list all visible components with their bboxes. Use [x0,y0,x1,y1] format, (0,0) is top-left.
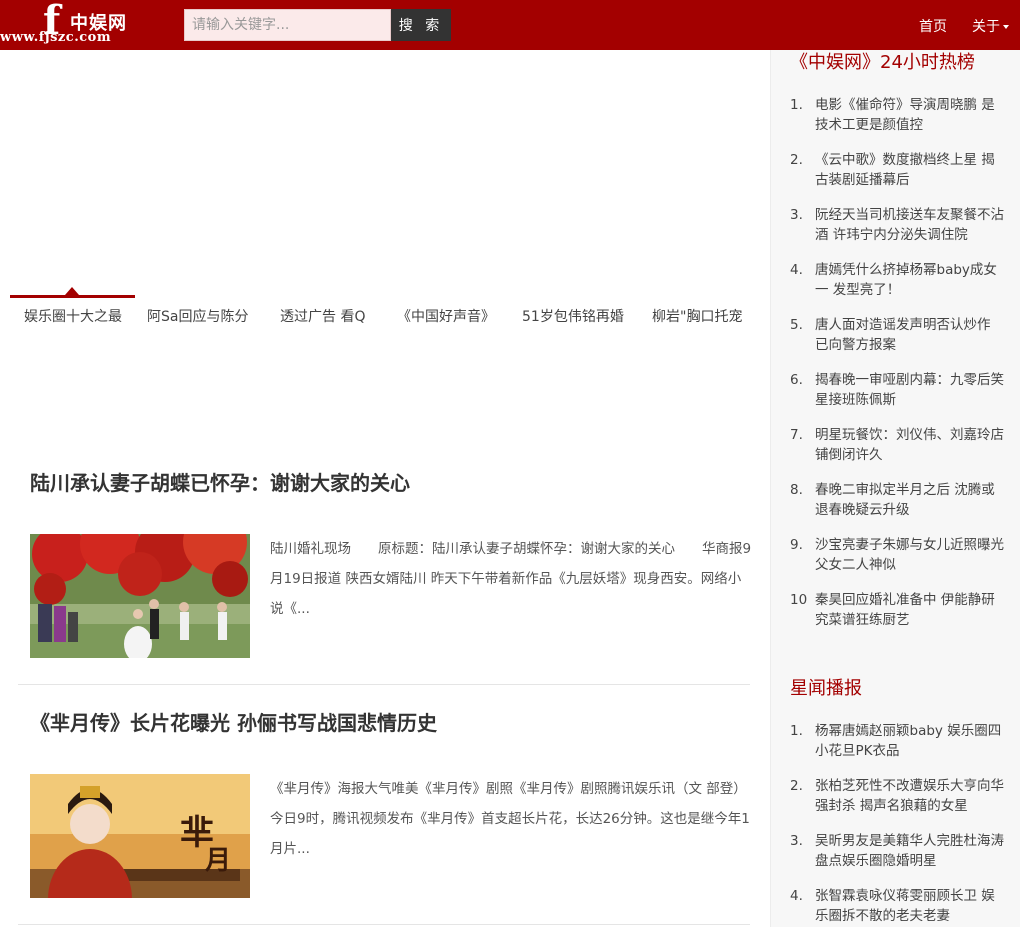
news-list-item[interactable]: 3. 吴昕男友是美籍华人完胜杜海涛 盘点娱乐圈隐婚明星 [790,831,1005,871]
news-list-item[interactable]: 2. 张柏芝死性不改遭娱乐大亨向华强封杀 揭声名狼藉的女星 [790,776,1005,816]
svg-text:月: 月 [204,846,231,876]
hot-list-item[interactable]: 3. 阮经天当司机接送车友聚餐不沾酒 许玮宁内分泌失调住院 [790,205,1005,245]
hot-list-item-text: 电影《催命符》导演周晓鹏 是技术工更是颜值控 [815,97,995,133]
drama-poster-image: 芈 月 [30,774,250,898]
rank-number: 9. [790,537,803,553]
news-list-item-text: 杨幂唐嫣赵丽颖baby 娱乐圈四小花旦PK衣品 [815,723,1002,759]
slider-tab-1[interactable]: 娱乐圈十大之最 [24,306,124,326]
news-list-item-text: 张智霖袁咏仪蒋雯丽顾长卫 娱乐圈拆不散的老夫老妻 [815,888,995,924]
rank-number: 1. [790,97,803,113]
news-list-item-text: 吴昕男友是美籍华人完胜杜海涛 盘点娱乐圈隐婚明星 [815,833,1004,869]
slider-tab-3[interactable]: 透过广告 看Q [280,306,372,326]
chevron-down-icon [1003,25,1009,29]
slider-tab-6[interactable]: 柳岩"胸口托宠 [652,306,746,326]
news-list-item[interactable]: 4. 张智霖袁咏仪蒋雯丽顾长卫 娱乐圈拆不散的老夫老妻 [790,886,1005,926]
rank-number: 5. [790,317,803,333]
hot-list-item[interactable]: 1. 电影《催命符》导演周晓鹏 是技术工更是颜值控 [790,95,1005,135]
hot-list-item-text: 揭春晚一审哑剧内幕：九零后笑星接班陈佩斯 [815,372,1004,408]
hot-list-item-text: 阮经天当司机接送车友聚餐不沾酒 许玮宁内分泌失调住院 [815,207,1004,243]
hot-list-item[interactable]: 7. 明星玩餐饮：刘仪伟、刘嘉玲店铺倒闭许久 [790,425,1005,465]
slider-tab-5[interactable]: 51岁包伟铭再婚 [522,306,626,326]
rank-number: 4. [790,888,803,904]
hot-list-item[interactable]: 10 秦昊回应婚礼准备中 伊能静研究菜谱狂练厨艺 [790,590,1005,630]
search-input[interactable] [184,9,391,41]
article-thumbnail[interactable]: 芈 月 [30,774,250,898]
rank-number: 4. [790,262,803,278]
hot-list-item[interactable]: 8. 春晚二审拟定半月之后 沈腾或退春晚疑云升级 [790,480,1005,520]
hot-list-item[interactable]: 5. 唐人面对造谣发声明否认炒作 已向警方报案 [790,315,1005,355]
news-list-heading: 星闻播报 [790,678,862,699]
nav-home-link[interactable]: 首页 [919,16,947,36]
article-summary: 《芈月传》海报大气唯美《芈月传》剧照《芈月传》剧照腾讯娱乐讯（文 部登）今日9时… [270,781,750,857]
hot-list-item[interactable]: 6. 揭春晚一审哑剧内幕：九零后笑星接班陈佩斯 [790,370,1005,410]
nav-about-label: 关于 [972,19,1000,35]
hot-list-item-text: 沙宝亮妻子朱娜与女儿近照曝光 父女二人神似 [815,537,1004,573]
news-list-item-text: 张柏芝死性不改遭娱乐大亨向华强封杀 揭声名狼藉的女星 [815,778,1004,814]
active-tab-indicator [10,295,135,298]
rank-number: 8. [790,482,803,498]
hot-list-item-text: 《云中歌》数度撤档终上星 揭古装剧延播幕后 [815,152,995,188]
nav-about-menu[interactable]: 关于 [972,16,1009,36]
hot-list-item-text: 春晚二审拟定半月之后 沈腾或退春晚疑云升级 [815,482,995,518]
rank-number: 10 [790,592,808,608]
article-divider [18,684,750,685]
hot-list-item-text: 秦昊回应婚礼准备中 伊能静研究菜谱狂练厨艺 [815,592,995,628]
article-title[interactable]: 陆川承认妻子胡蝶已怀孕：谢谢大家的关心 [30,467,410,496]
rank-number: 2. [790,152,803,168]
active-tab-arrow-icon [65,287,79,295]
slider-tab-4[interactable]: 《中国好声音》 [397,306,497,326]
hot-list-item-text: 唐嫣凭什么挤掉杨幂baby成女一 发型亮了！ [815,262,997,298]
wedding-photo-image [30,534,250,658]
article-summary: 陆川婚礼现场 原标题：陆川承认妻子胡蝶怀孕：谢谢大家的关心 华商报9月19日报道… [270,541,752,617]
hot-list-item[interactable]: 9. 沙宝亮妻子朱娜与女儿近照曝光 父女二人神似 [790,535,1005,575]
article-title[interactable]: 《芈月传》长片花曝光 孙俪书写战国悲情历史 [30,707,437,736]
hot-list-heading: 《中娱网》24小时热榜 [790,52,975,73]
hot-list-item[interactable]: 4. 唐嫣凭什么挤掉杨幂baby成女一 发型亮了！ [790,260,1005,300]
article-divider [18,924,750,925]
site-logo[interactable]: f 中娱网 www.fjszc.com [0,0,140,47]
rank-number: 3. [790,207,803,223]
rank-number: 6. [790,372,803,388]
rank-number: 1. [790,723,803,739]
rank-number: 7. [790,427,803,443]
article-thumbnail[interactable] [30,534,250,658]
search-button[interactable]: 搜 索 [391,9,451,41]
logo-url: www.fjszc.com [0,30,112,45]
hot-list-item[interactable]: 2. 《云中歌》数度撤档终上星 揭古装剧延播幕后 [790,150,1005,190]
rank-number: 2. [790,778,803,794]
news-list-item[interactable]: 1. 杨幂唐嫣赵丽颖baby 娱乐圈四小花旦PK衣品 [790,721,1005,761]
slider-tab-2[interactable]: 阿Sa回应与陈分 [147,306,249,326]
hot-list-item-text: 唐人面对造谣发声明否认炒作 已向警方报案 [815,317,991,353]
hot-list-item-text: 明星玩餐饮：刘仪伟、刘嘉玲店铺倒闭许久 [815,427,1004,463]
top-navbar: f 中娱网 www.fjszc.com 搜 索 首页 关于 [0,0,1020,50]
rank-number: 3. [790,833,803,849]
